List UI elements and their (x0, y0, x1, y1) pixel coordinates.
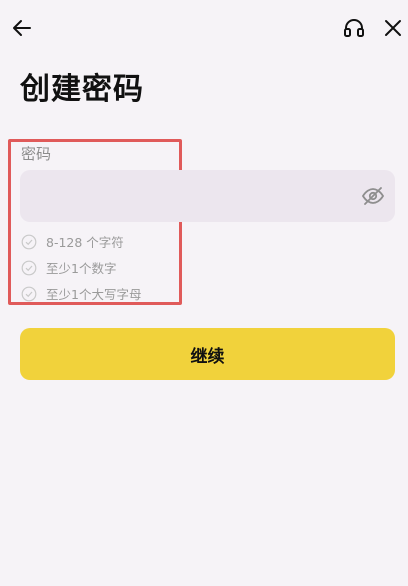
arrow-left-icon (13, 20, 31, 36)
back-button[interactable] (8, 14, 36, 42)
top-bar (0, 0, 408, 56)
rule-number: 至少1个数字 (21, 258, 116, 277)
check-circle-icon (21, 286, 37, 301)
support-button[interactable] (340, 14, 368, 42)
continue-button[interactable]: 继续 (20, 328, 395, 380)
rule-text: 至少1个数字 (46, 261, 117, 276)
rule-text: 至少1个大写字母 (46, 287, 142, 302)
eye-off-icon (361, 187, 385, 205)
rule-text: 8-128 个字符 (46, 235, 124, 250)
page-title: 创建密码 (20, 72, 144, 107)
headset-icon (344, 19, 364, 37)
close-icon (385, 20, 401, 36)
password-label: 密码 (21, 145, 52, 163)
check-circle-icon (21, 234, 37, 249)
close-button[interactable] (379, 14, 407, 42)
rule-uppercase: 至少1个大写字母 (21, 284, 141, 303)
password-field[interactable] (20, 170, 395, 224)
visibility-toggle[interactable] (361, 184, 385, 208)
check-circle-icon (21, 260, 37, 275)
password-input[interactable] (32, 170, 356, 224)
rule-length: 8-128 个字符 (21, 232, 124, 251)
